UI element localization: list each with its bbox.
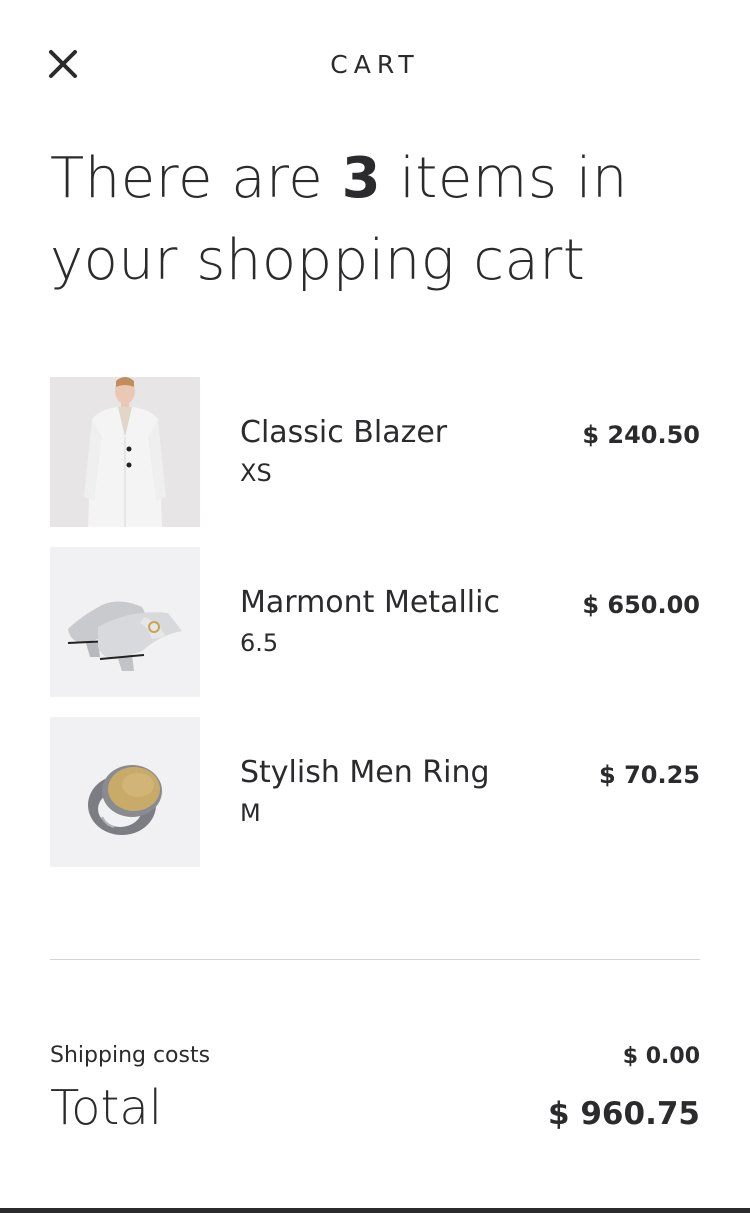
page-title: CART bbox=[330, 50, 420, 79]
summary-divider bbox=[50, 959, 700, 960]
item-variant: 6.5 bbox=[240, 629, 279, 657]
total-value: $ 960.75 bbox=[548, 1096, 700, 1132]
total-label: Total bbox=[50, 1080, 163, 1136]
headline-prefix: There are bbox=[50, 146, 342, 211]
item-price: $ 650.00 bbox=[582, 591, 700, 619]
item-price: $ 240.50 bbox=[582, 421, 700, 449]
ring-image bbox=[50, 717, 200, 867]
cart-headline: There are 3 items in your shopping cart bbox=[50, 138, 710, 302]
item-variant: M bbox=[240, 799, 261, 827]
bottom-bar bbox=[0, 1208, 750, 1213]
cart-item[interactable]: Stylish Men Ring M $ 70.25 bbox=[50, 717, 700, 867]
shipping-value: $ 0.00 bbox=[622, 1044, 700, 1069]
item-count: 3 bbox=[341, 146, 382, 211]
item-variant: XS bbox=[240, 459, 272, 487]
cart-item[interactable]: Classic Blazer XS $ 240.50 bbox=[50, 377, 700, 527]
item-price: $ 70.25 bbox=[599, 761, 700, 789]
shipping-label: Shipping costs bbox=[50, 1043, 211, 1068]
item-name: Marmont Metallic bbox=[240, 585, 500, 620]
cart-item[interactable]: Marmont Metallic 6.5 $ 650.00 bbox=[50, 547, 700, 697]
blazer-image bbox=[50, 377, 200, 527]
item-name: Classic Blazer bbox=[240, 415, 448, 450]
item-name: Stylish Men Ring bbox=[240, 755, 490, 790]
shoes-image bbox=[50, 547, 200, 697]
